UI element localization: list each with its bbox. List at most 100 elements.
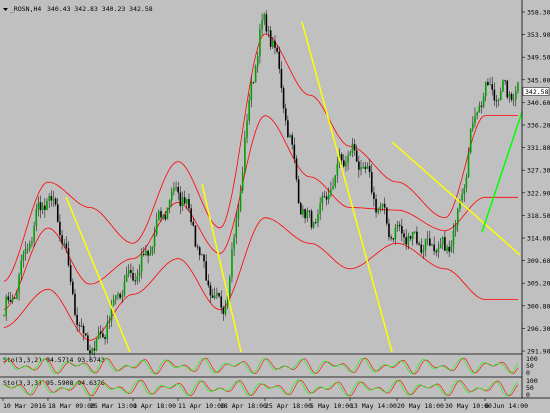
candle-body xyxy=(373,192,375,199)
candle-body xyxy=(499,91,502,101)
chart-canvas[interactable]: _ROSN,H4 340.43 342.83 340.23 342.58 358… xyxy=(0,0,550,413)
candle-body xyxy=(87,335,89,351)
candle-body xyxy=(510,93,513,100)
candle-body xyxy=(388,223,390,238)
price-tick-label: 353.90 xyxy=(527,31,550,39)
candle-body xyxy=(332,185,334,190)
current-price-marker: 342.58 xyxy=(522,87,550,96)
candle-body xyxy=(170,191,173,201)
candle-body xyxy=(480,105,483,107)
candle-body xyxy=(216,292,218,296)
candle-body xyxy=(248,100,250,121)
candle-body xyxy=(379,206,382,210)
candle-body xyxy=(401,226,403,234)
candle-body xyxy=(289,135,291,138)
candle-body xyxy=(186,199,188,204)
candle-body xyxy=(164,215,167,220)
candle-body xyxy=(467,152,470,178)
candle-body xyxy=(37,202,40,210)
candle-body xyxy=(456,209,459,225)
candle-body xyxy=(177,186,180,193)
candle-body xyxy=(149,253,152,256)
candle-body xyxy=(392,238,395,240)
trading-chart-window: _ROSN,H4 340.43 342.83 340.23 342.58 358… xyxy=(0,0,550,413)
candle-body xyxy=(22,254,25,261)
candle-body xyxy=(160,211,162,218)
candle-body xyxy=(345,162,347,167)
candle-body xyxy=(207,280,210,286)
stochastic-panel-2[interactable]: Sto(3,3,3) 95.5908 94.6376 100 50 0 xyxy=(3,377,538,399)
time-tick-label: 6 Jun 14:00 xyxy=(485,402,528,410)
candle-body xyxy=(370,172,373,193)
candle-body xyxy=(284,108,287,121)
symbol-label: _ROSN,H4 xyxy=(10,5,41,13)
candle-body xyxy=(315,222,317,224)
candle-body xyxy=(26,248,29,250)
price-tick-label: 322.90 xyxy=(527,189,550,197)
candle-body xyxy=(108,320,111,323)
time-axis: 10 Mar 2016 18 Mar 09:0025 Mar 13:001 Apr… xyxy=(2,398,528,410)
candle-body xyxy=(461,194,463,201)
price-tick-label: 331.80 xyxy=(527,144,550,152)
price-tick-label: 309.60 xyxy=(527,257,550,265)
candle-body xyxy=(246,120,248,138)
candle-body xyxy=(29,243,31,249)
candle-body xyxy=(222,307,225,314)
candle-body xyxy=(263,14,266,21)
time-tick-label: 20 May 18:00 xyxy=(397,402,444,410)
stochastic-panel-1[interactable]: Sto(3,3,2) 94.5714 93.6743 100 50 0 xyxy=(3,355,538,377)
candle-body xyxy=(323,196,326,198)
candle-body xyxy=(115,295,117,300)
candle-body xyxy=(5,296,7,316)
candle-body xyxy=(130,269,132,273)
candle-body xyxy=(97,331,100,340)
candle-body xyxy=(390,237,392,239)
candle-body xyxy=(241,172,244,191)
main-plot-area[interactable] xyxy=(0,0,522,354)
candle-body xyxy=(54,198,57,205)
candle-body xyxy=(33,226,35,242)
candle-body xyxy=(20,260,23,275)
candle-body xyxy=(235,219,238,238)
candle-body xyxy=(231,249,233,277)
price-tick-label: 336.20 xyxy=(527,122,550,130)
candle-body xyxy=(278,51,281,69)
candle-body xyxy=(46,200,48,210)
candle-body xyxy=(321,196,324,204)
candle-body xyxy=(201,254,203,256)
candle-body xyxy=(280,68,283,89)
candle-body xyxy=(465,177,468,188)
candle-body xyxy=(166,207,169,220)
candle-body xyxy=(474,115,476,124)
stoch1-label: Sto(3,3,2) 94.5714 93.6743 xyxy=(3,356,105,364)
candle-body xyxy=(302,209,304,215)
candle-body xyxy=(211,295,214,298)
candle-body xyxy=(99,331,102,334)
candle-body xyxy=(179,192,182,207)
chart-header: _ROSN,H4 340.43 342.83 340.23 342.58 xyxy=(3,5,153,13)
candle-body xyxy=(48,196,50,201)
candle-body xyxy=(16,293,18,299)
candle-body xyxy=(78,324,81,326)
candle-body xyxy=(89,350,91,354)
time-tick-label: 10 Mar 2016 xyxy=(3,402,46,410)
candle-body xyxy=(446,246,448,251)
candle-body xyxy=(347,155,349,163)
candle-body xyxy=(422,249,425,253)
candle-body xyxy=(293,144,296,159)
candle-body xyxy=(310,211,313,228)
candle-body xyxy=(368,166,371,173)
candle-body xyxy=(112,299,115,306)
price-tick-label: 314.00 xyxy=(527,235,550,243)
time-tick-label: 5 May 10:00 xyxy=(310,402,353,410)
price-tick-label: 345.00 xyxy=(527,76,550,84)
candle-body xyxy=(239,190,242,210)
price-tick-label: 327.30 xyxy=(527,167,550,175)
candle-body xyxy=(91,348,93,354)
candle-body xyxy=(205,261,207,281)
candle-body xyxy=(259,28,261,57)
candle-body xyxy=(377,209,380,213)
candle-body xyxy=(469,129,472,153)
candle-body xyxy=(151,246,154,254)
candle-body xyxy=(13,297,16,299)
